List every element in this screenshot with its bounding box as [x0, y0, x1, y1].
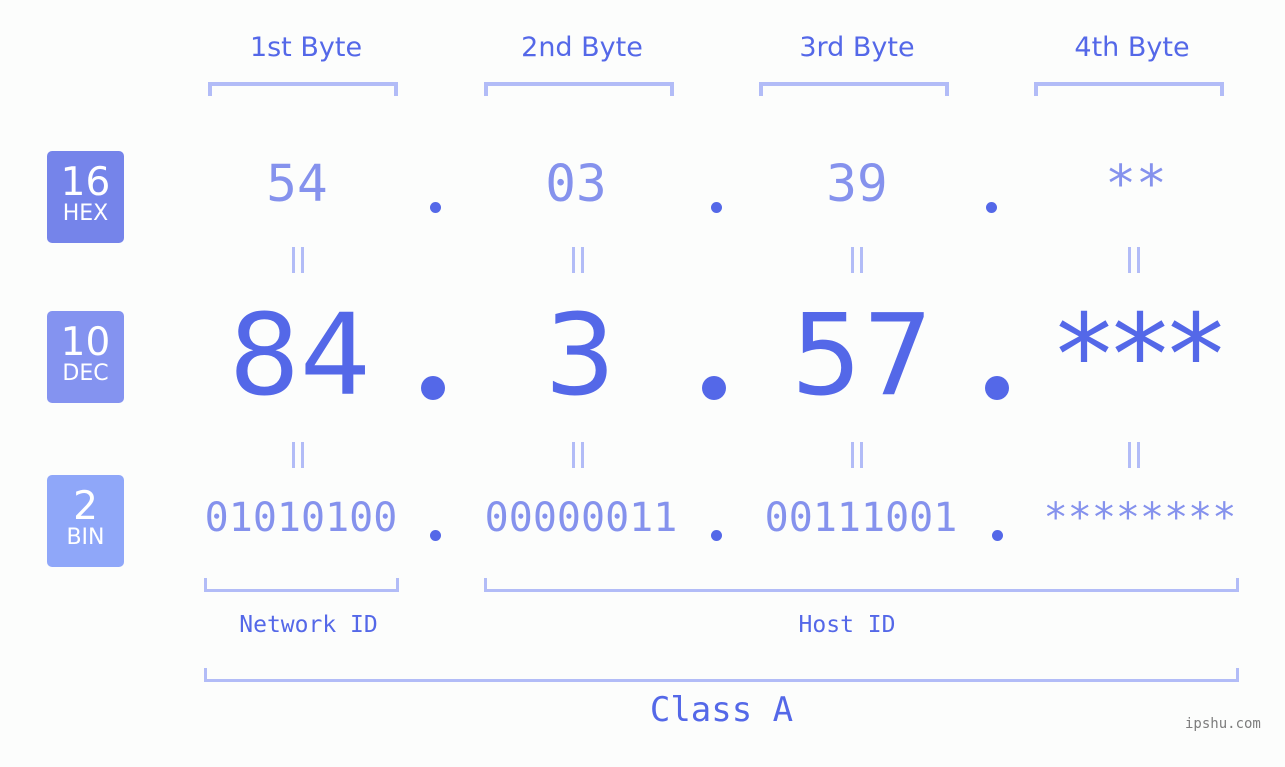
equals-marker [572, 247, 584, 273]
bin-separator-dot [711, 530, 722, 541]
bin-byte-3: 00111001 [764, 495, 958, 541]
bin-byte-1: 01010100 [204, 495, 398, 541]
bin-separator-dot [992, 530, 1003, 541]
equals-marker [1128, 247, 1140, 273]
watermark: ipshu.com [1185, 716, 1261, 732]
bin-byte-4: ******** [1043, 495, 1237, 541]
byte-header-2: 2nd Byte [521, 32, 643, 63]
dec-separator-dot [421, 376, 445, 400]
byte-bracket-1 [208, 82, 398, 96]
dec-badge: 10 DEC [47, 311, 124, 403]
hex-byte-2: 03 [545, 155, 607, 214]
hex-badge-number: 16 [60, 160, 111, 205]
dec-separator-dot [702, 376, 726, 400]
bin-separator-dot [430, 530, 441, 541]
host-id-label: Host ID [798, 612, 896, 638]
dec-badge-number: 10 [60, 320, 111, 365]
bin-badge-label: BIN [66, 525, 105, 550]
dec-badge-label: DEC [62, 361, 109, 386]
class-bracket [204, 668, 1239, 682]
equals-marker [292, 442, 304, 468]
byte-bracket-4 [1034, 82, 1224, 96]
hex-byte-1: 54 [266, 155, 328, 214]
network-id-label: Network ID [239, 612, 378, 638]
byte-header-3: 3rd Byte [799, 32, 915, 63]
equals-marker [292, 247, 304, 273]
bin-byte-2: 00000011 [484, 495, 678, 541]
hex-separator-dot [711, 202, 722, 213]
network-id-bracket [204, 578, 399, 592]
equals-marker [572, 442, 584, 468]
bin-badge: 2 BIN [47, 475, 124, 567]
byte-header-1: 1st Byte [249, 32, 363, 63]
hex-separator-dot [430, 202, 441, 213]
equals-marker [851, 442, 863, 468]
dec-separator-dot [985, 376, 1009, 400]
dec-byte-3: 57 [790, 291, 934, 421]
hex-badge-label: HEX [62, 201, 109, 226]
byte-bracket-3 [759, 82, 949, 96]
ip-class-label: Class A [649, 690, 794, 730]
hex-separator-dot [986, 202, 997, 213]
bin-badge-number: 2 [73, 484, 98, 529]
dec-byte-2: 3 [544, 291, 616, 421]
dec-byte-1: 84 [228, 291, 372, 421]
equals-marker [851, 247, 863, 273]
host-id-bracket [484, 578, 1239, 592]
byte-header-4: 4th Byte [1074, 32, 1190, 63]
equals-marker [1128, 442, 1140, 468]
hex-badge: 16 HEX [47, 151, 124, 243]
hex-byte-3: 39 [826, 155, 888, 214]
hex-byte-4: ** [1105, 155, 1167, 214]
dec-byte-4: *** [1056, 291, 1224, 421]
byte-bracket-2 [484, 82, 674, 96]
